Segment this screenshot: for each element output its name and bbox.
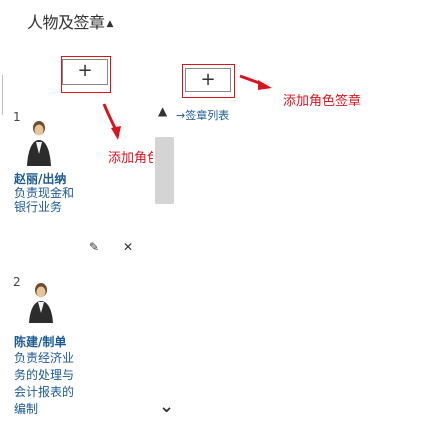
role-index: 2 — [13, 275, 21, 289]
add-role-button[interactable]: + — [62, 59, 108, 85]
role-desc-line: 编制 — [14, 402, 39, 416]
role-desc-line: 务的处理与 — [14, 368, 75, 382]
signature-list-label[interactable]: →签章列表 — [176, 107, 229, 123]
delete-icon[interactable]: ✕ — [123, 240, 133, 254]
page-title-text: 人物及签章 — [27, 13, 105, 32]
edit-icon[interactable]: ✎ — [89, 240, 99, 254]
person-avatar-icon[interactable] — [24, 280, 58, 324]
role-desc-line: 会计报表的 — [14, 385, 75, 399]
add-signature-button[interactable]: + — [185, 68, 231, 92]
left-divider — [2, 75, 3, 115]
role-index: 1 — [13, 110, 21, 124]
collapse-caret-icon[interactable]: ▲ — [107, 19, 114, 29]
person-avatar-icon[interactable] — [22, 118, 56, 168]
scroll-down-icon[interactable]: ⌄ — [159, 396, 174, 417]
arrow-to-add-signature — [239, 74, 263, 86]
signature-list-text: 签章列表 — [185, 109, 230, 122]
role-desc-line: 负责经济业 — [14, 351, 75, 365]
arrow-head-add-role — [111, 126, 121, 140]
scrollbar-thumb[interactable] — [155, 137, 174, 204]
role-description: 负责现金和 银行业务 — [14, 186, 74, 214]
role-description: 负责经济业 务的处理与 会计报表的 编制 — [14, 350, 74, 418]
add-signature-annotation: 添加角色签章 — [283, 94, 362, 109]
role-name[interactable]: 陈建/制单 — [14, 333, 66, 350]
arrow-head-add-signature — [258, 80, 272, 90]
scroll-up-icon[interactable]: ▲ — [158, 104, 167, 118]
page-title[interactable]: 人物及签章 ▲ — [27, 9, 113, 33]
role-desc-line: 负责现金和 — [14, 186, 75, 200]
arrow-to-add-role — [102, 103, 118, 131]
role-name[interactable]: 赵丽/出纳 — [14, 170, 66, 187]
role-desc-line: 银行业务 — [14, 200, 63, 214]
arrow-label: → — [176, 109, 186, 122]
